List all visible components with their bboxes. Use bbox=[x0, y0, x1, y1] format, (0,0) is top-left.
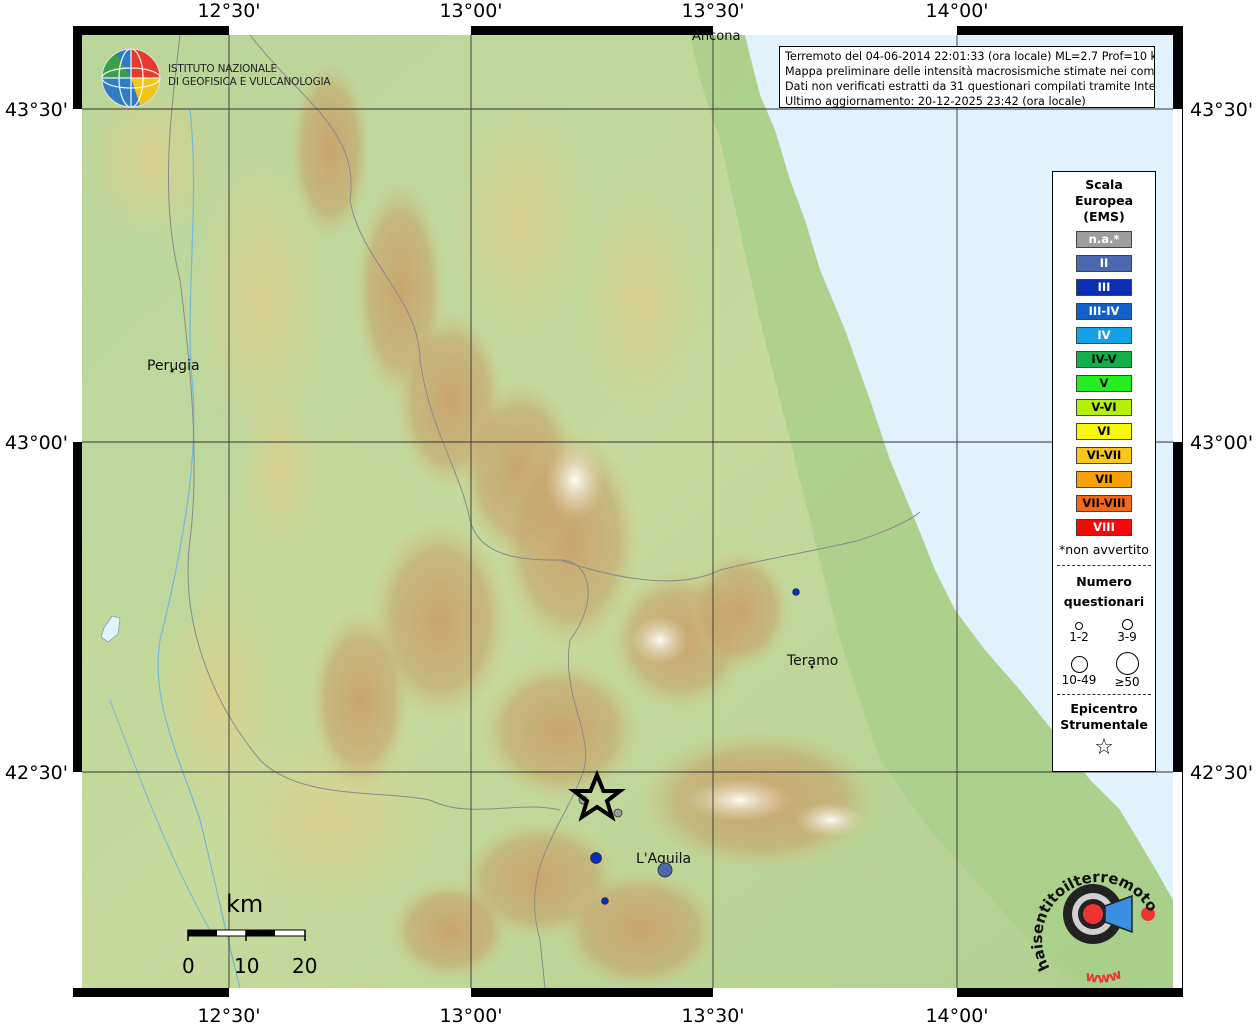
legend-epicenter-title: Epicentro Strumentale bbox=[1053, 701, 1155, 733]
size-label: 10-49 bbox=[1061, 673, 1097, 687]
event-info-box: Terremoto del 04-06-2014 22:01:33 (ora l… bbox=[779, 46, 1155, 108]
intensity-point-na bbox=[613, 808, 623, 818]
size-1-2: 1-2 bbox=[1061, 618, 1097, 644]
size-circle-icon bbox=[1075, 622, 1083, 630]
size-circle-icon bbox=[1121, 619, 1133, 630]
legend-divider bbox=[1057, 694, 1151, 695]
ems-level-7: V-VI bbox=[1076, 399, 1132, 416]
city-label: Perugia bbox=[147, 358, 200, 374]
lat-label: 43°30' bbox=[5, 99, 68, 121]
haisentito-watermark: haisentitoilterremoto.it www bbox=[1020, 840, 1162, 987]
legend-divider bbox=[1057, 565, 1151, 566]
logo-line: ISTITUTO NAZIONALE bbox=[168, 63, 277, 75]
ems-level-3: III-IV bbox=[1076, 303, 1132, 320]
lat-label: 42°30' bbox=[5, 762, 68, 784]
ems-level-5: IV-V bbox=[1076, 351, 1132, 368]
lat-labels-left: 43°30' 43°00' 42°30' bbox=[5, 99, 68, 784]
lon-labels-top: 12°30' 13°00' 13°30' 14°00' bbox=[197, 0, 988, 22]
watermark-url: www bbox=[1084, 966, 1124, 987]
legend-count-title-line: questionari bbox=[1063, 594, 1145, 609]
legend-note: *non avvertito bbox=[1059, 542, 1149, 557]
lat-label: 43°00' bbox=[5, 432, 68, 454]
legend-count-title-line: Numero bbox=[1076, 574, 1132, 589]
size-label: ≥50 bbox=[1114, 675, 1140, 689]
lon-label: 12°30' bbox=[197, 0, 260, 22]
ems-level-11: VII-VIII bbox=[1076, 495, 1132, 512]
ems-level-9: VI-VII bbox=[1076, 447, 1132, 464]
size-circle-icon bbox=[1115, 652, 1139, 675]
ems-level-6: V bbox=[1076, 375, 1132, 392]
ems-level-0: n.a.* bbox=[1076, 231, 1132, 248]
intensity-point-ii bbox=[657, 862, 673, 878]
lon-label: 13°00' bbox=[439, 0, 502, 22]
event-info-line: Terremoto del 04-06-2014 22:01:33 (ora l… bbox=[785, 50, 1155, 63]
city-label: Teramo bbox=[786, 653, 838, 669]
scale-bar-tick: 10 bbox=[234, 954, 260, 978]
scale-bar-tick: 20 bbox=[292, 954, 318, 978]
scale-bar-unit: km bbox=[226, 890, 264, 918]
size-circle-icon bbox=[1070, 656, 1088, 673]
size-3-9: 3-9 bbox=[1109, 618, 1145, 644]
lat-label: 42°30' bbox=[1190, 762, 1253, 784]
legend-epi-title-line: Strumentale bbox=[1060, 717, 1148, 732]
size-label: 3-9 bbox=[1117, 630, 1137, 644]
lon-label: 14°00' bbox=[925, 0, 988, 22]
lon-label: 12°30' bbox=[197, 1005, 260, 1024]
city-perugia: Perugia bbox=[147, 358, 200, 374]
ingv-logo-text: ISTITUTO NAZIONALE DI GEOFISICA E VULCAN… bbox=[168, 63, 331, 89]
legend-title-line: Europea bbox=[1074, 193, 1134, 208]
watermark-text: haisentitoilterremoto.it bbox=[1020, 840, 1162, 974]
map-terrain bbox=[82, 35, 1173, 988]
ingv-globe-icon bbox=[101, 48, 161, 108]
event-info-line: Dati non verificati estratti da 31 quest… bbox=[785, 80, 1155, 93]
intensity-point-iii bbox=[590, 852, 602, 864]
scale-bar-tick: 0 bbox=[182, 954, 195, 978]
legend-scale-items: n.a.* II III III-IV IV IV-V V V-VI VI VI-VII VII VI… bbox=[1053, 231, 1155, 536]
legend-title-line: Scala bbox=[1085, 177, 1123, 192]
lon-labels-bottom: 12°30' 13°00' 13°30' 14°00' bbox=[197, 1005, 988, 1024]
legend-size-grid: 1-2 3-9 10-49 ≥50 bbox=[1053, 612, 1155, 692]
lat-label: 43°00' bbox=[1190, 432, 1253, 454]
event-info-line: Mappa preliminare delle intensità macros… bbox=[785, 65, 1155, 78]
lon-label: 13°30' bbox=[681, 0, 744, 22]
ems-level-1: II bbox=[1076, 255, 1132, 272]
legend-title-line: (EMS) bbox=[1083, 209, 1125, 224]
lat-label: 43°30' bbox=[1190, 99, 1253, 121]
legend-count-title: Numero questionari bbox=[1053, 572, 1155, 612]
ems-legend: Scala Europea (EMS) n.a.* II III III-IV IV IV… bbox=[1052, 171, 1156, 772]
city-teramo: Teramo bbox=[786, 653, 838, 669]
legend-epi-title-line: Epicentro bbox=[1070, 701, 1138, 716]
ems-level-12: VIII bbox=[1076, 519, 1132, 536]
ems-level-8: VI bbox=[1076, 423, 1132, 440]
intensity-point-iii bbox=[792, 588, 800, 596]
ems-level-10: VII bbox=[1076, 471, 1132, 488]
ems-level-2: III bbox=[1076, 279, 1132, 296]
ems-level-4: IV bbox=[1076, 327, 1132, 344]
event-info-line: Ultimo aggiornamento: 20-12-2025 23:42 (… bbox=[785, 95, 1086, 108]
size-10-49: 10-49 bbox=[1057, 652, 1101, 687]
size-label: 1-2 bbox=[1069, 630, 1089, 644]
size-50-plus: ≥50 bbox=[1109, 652, 1145, 689]
lon-label: 13°00' bbox=[439, 1005, 502, 1024]
legend-title: Scala Europea (EMS) bbox=[1053, 177, 1155, 225]
scale-bar: km 0 10 20 bbox=[180, 890, 330, 980]
city-ancona: Ancona bbox=[692, 29, 740, 44]
lat-labels-right: 43°30' 43°00' 42°30' bbox=[1190, 99, 1253, 784]
logo-line: DI GEOFISICA E VULCANOLOGIA bbox=[168, 76, 331, 88]
lon-label: 13°30' bbox=[681, 1005, 744, 1024]
intensity-point-iii bbox=[601, 897, 609, 905]
star-icon: ☆ bbox=[1094, 735, 1114, 760]
lon-label: 14°00' bbox=[925, 1005, 988, 1024]
city-label: Ancona bbox=[692, 29, 740, 44]
